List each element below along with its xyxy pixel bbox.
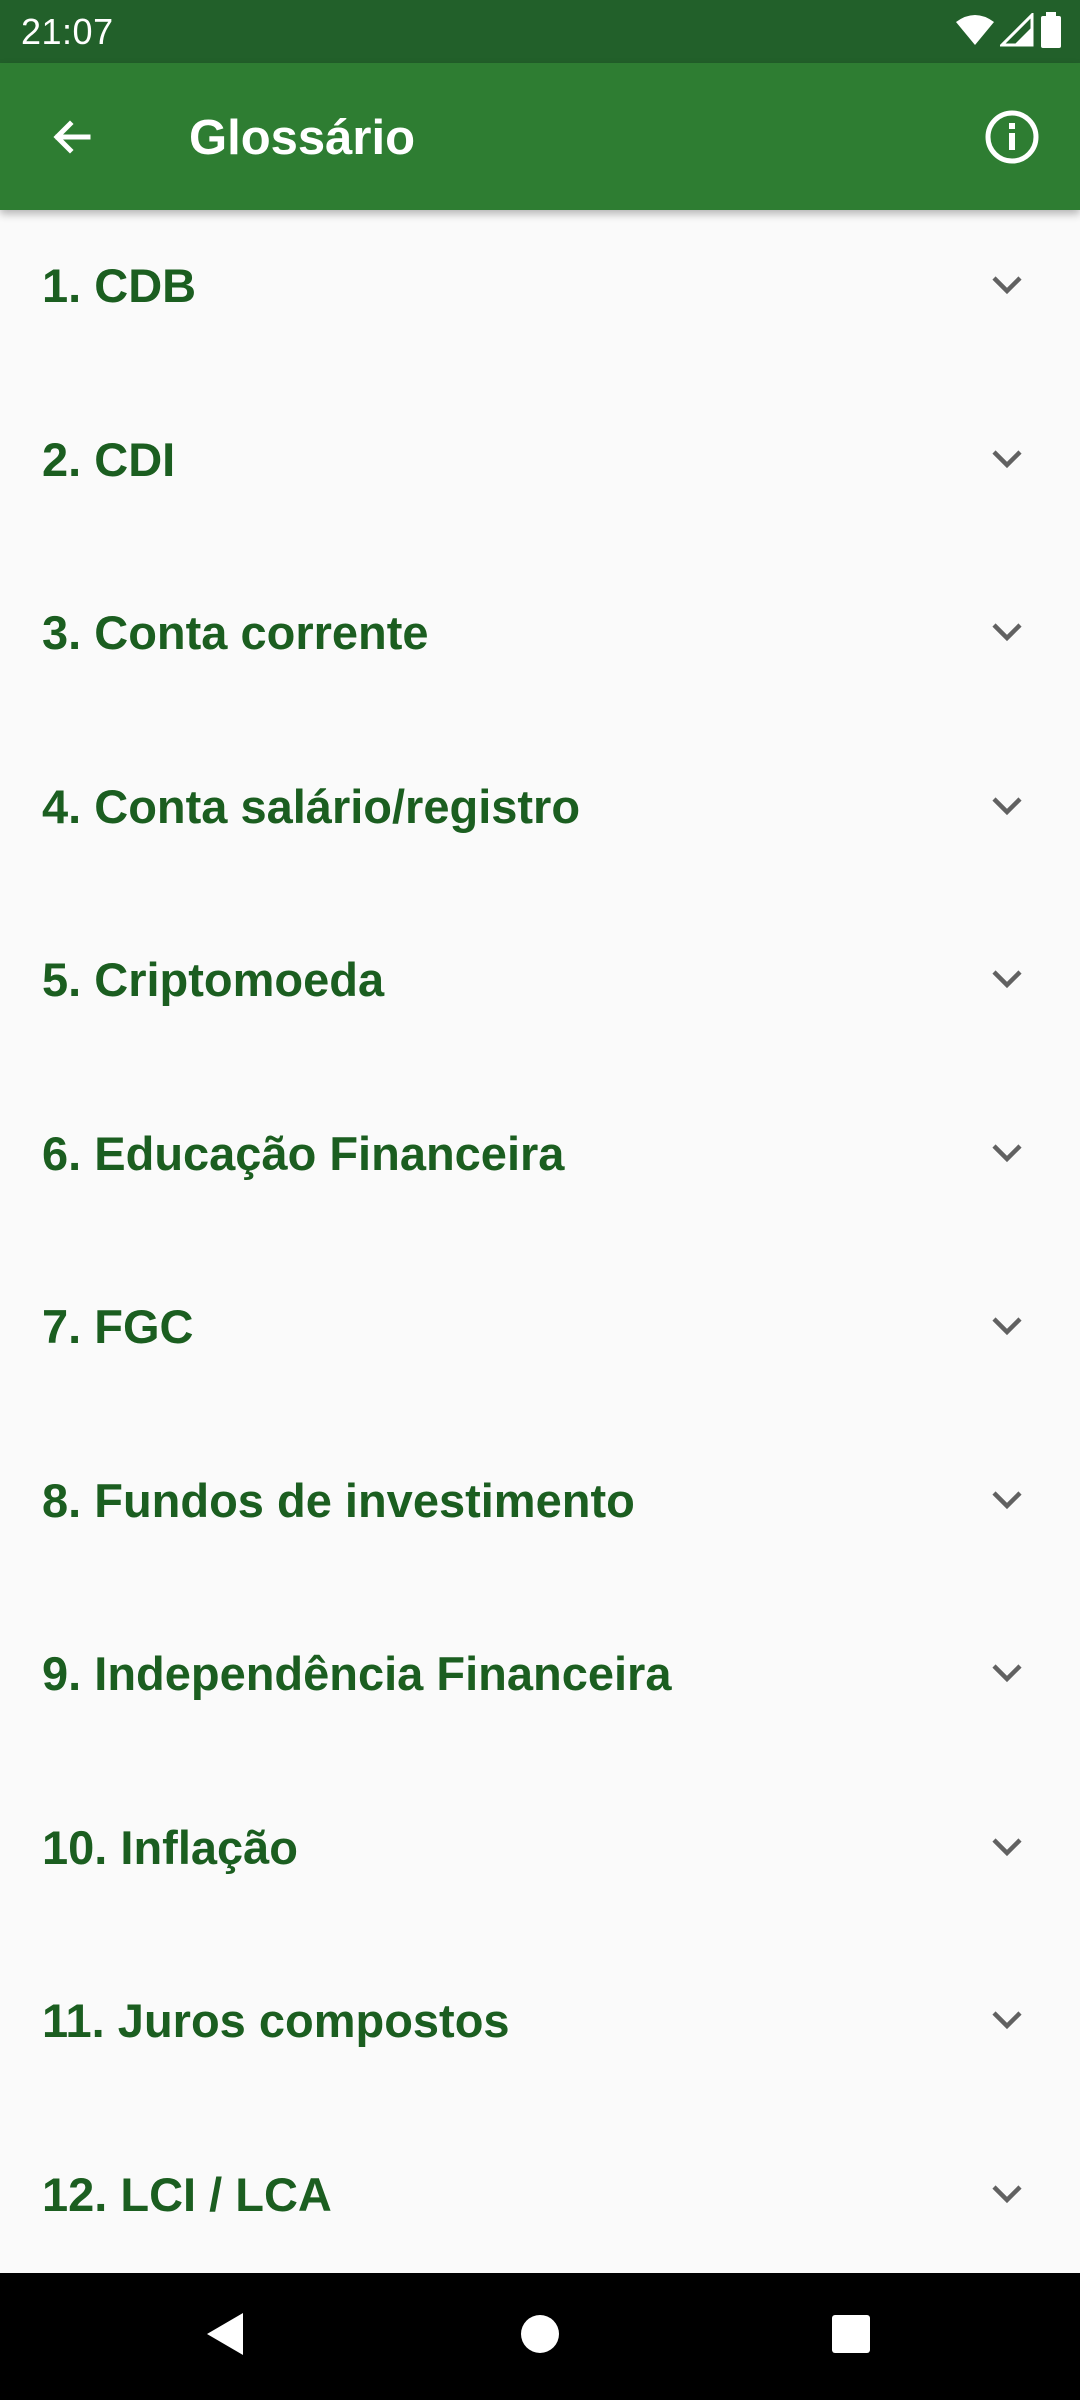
glossary-item-educacao-financeira[interactable]: 6. Educação Financeira	[0, 1078, 1080, 1252]
glossary-item-label: 12. LCI / LCA	[42, 2167, 332, 2221]
nav-back-icon	[203, 2310, 247, 2363]
glossary-item-inflacao[interactable]: 10. Inflação	[0, 1772, 1080, 1946]
cell-signal-icon	[998, 10, 1034, 52]
glossary-item-label: 5. Criptomoeda	[42, 953, 385, 1006]
wifi-icon	[956, 14, 994, 51]
glossary-list[interactable]: 1. CDB 2. CDI 3. Conta corrente 4. Conta…	[0, 210, 1080, 2273]
glossary-item-label: 11. Juros compostos	[42, 1994, 510, 2047]
nav-back-button[interactable]	[185, 2296, 265, 2376]
chevron-down-icon	[982, 1822, 1032, 1872]
screen: 21:07 Glossário 1. CDB 2. CDI 3. Conta c…	[0, 0, 1080, 2400]
glossary-item-conta-salario[interactable]: 4. Conta salário/registro	[0, 731, 1080, 905]
info-button[interactable]	[968, 95, 1056, 183]
navigation-bar	[0, 2273, 1080, 2400]
chevron-down-icon	[982, 954, 1032, 1004]
glossary-item-fundos-de-investimento[interactable]: 8. Fundos de investimento	[0, 1425, 1080, 1599]
glossary-item-label: 2. CDI	[42, 432, 176, 486]
glossary-item-label: 8. Fundos de investimento	[42, 1473, 635, 1527]
glossary-item-lci-lca[interactable]: 12. LCI / LCA	[0, 2119, 1080, 2274]
chevron-down-icon	[982, 781, 1032, 831]
glossary-item-label: 4. Conta salário/registro	[42, 779, 581, 833]
glossary-item-label: 10. Inflação	[42, 1820, 298, 1874]
glossary-item-criptomoeda[interactable]: 5. Criptomoeda	[0, 904, 1080, 1078]
glossary-item-fgc[interactable]: 7. FGC	[0, 1251, 1080, 1425]
arrow-back-icon	[48, 113, 96, 166]
glossary-item-independencia-financeira[interactable]: 9. Independência Financeira	[0, 1598, 1080, 1772]
app-bar: Glossário	[0, 63, 1080, 210]
glossary-item-cdb[interactable]: 1. CDB	[0, 210, 1080, 384]
status-bar: 21:07	[0, 0, 1080, 63]
chevron-down-icon	[982, 260, 1032, 310]
info-icon	[984, 109, 1040, 170]
chevron-down-icon	[982, 607, 1032, 657]
glossary-item-label: 9. Independência Financeira	[42, 1647, 672, 1700]
glossary-item-label: 7. FGC	[42, 1300, 194, 1353]
glossary-item-juros-compostos[interactable]: 11. Juros compostos	[0, 1945, 1080, 2119]
chevron-down-icon	[982, 1648, 1032, 1698]
glossary-item-label: 3. Conta corrente	[42, 606, 429, 659]
status-time: 21:07	[21, 11, 114, 52]
chevron-down-icon	[982, 434, 1032, 484]
chevron-down-icon	[982, 1128, 1032, 1178]
chevron-down-icon	[982, 1995, 1032, 2045]
glossary-item-label: 1. CDB	[42, 259, 197, 312]
battery-icon	[1040, 11, 1062, 53]
nav-recents-icon	[830, 2313, 872, 2360]
page-title: Glossário	[189, 111, 416, 165]
glossary-item-cdi[interactable]: 2. CDI	[0, 384, 1080, 558]
chevron-down-icon	[982, 2169, 1032, 2219]
nav-home-icon	[519, 2313, 561, 2360]
chevron-down-icon	[982, 1475, 1032, 1525]
nav-home-button[interactable]	[500, 2296, 580, 2376]
back-button[interactable]	[30, 97, 114, 181]
glossary-item-label: 6. Educação Financeira	[42, 1126, 565, 1180]
status-icons	[950, 10, 1062, 53]
chevron-down-icon	[982, 1301, 1032, 1351]
nav-recents-button[interactable]	[811, 2296, 891, 2376]
glossary-item-conta-corrente[interactable]: 3. Conta corrente	[0, 557, 1080, 731]
